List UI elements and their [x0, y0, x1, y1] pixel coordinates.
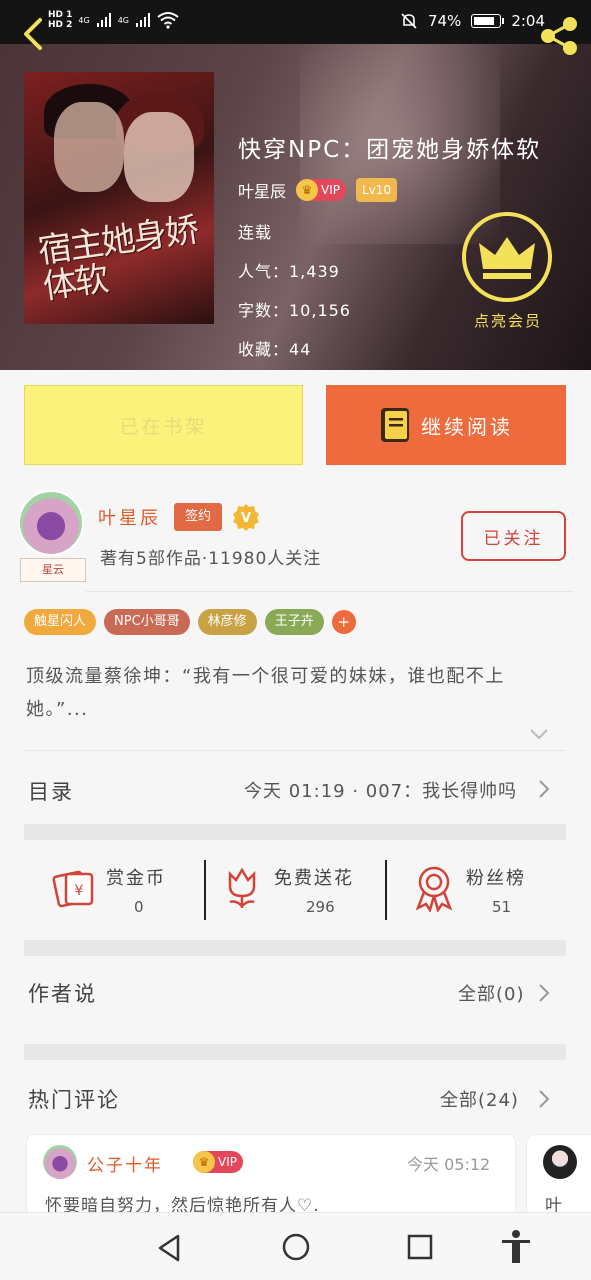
signal-icon	[96, 13, 111, 27]
favorites-count: 收藏：44	[238, 340, 312, 359]
author-stats: 著有5部作品·11980人关注	[100, 549, 322, 569]
author-says-label: 作者说	[28, 982, 97, 1006]
reward-coins[interactable]: ¥ 赏金币 0	[50, 858, 200, 920]
chevron-right-icon	[539, 984, 550, 1002]
svg-text:¥: ¥	[75, 883, 84, 899]
red-envelope-icon: ¥	[52, 870, 94, 908]
home-circle-icon[interactable]	[282, 1233, 310, 1261]
wifi-icon	[157, 12, 179, 29]
vip-member-button[interactable]	[462, 212, 552, 302]
author-says-all: 全部(0)	[458, 984, 525, 1005]
vip-member-label[interactable]: 点亮会员	[460, 310, 556, 331]
tag-item[interactable]: 触星闪人	[24, 609, 97, 635]
section-separator	[24, 824, 566, 840]
book-cover[interactable]: 宿主她身娇体软	[24, 72, 214, 324]
tag-list: 触星闪人 NPC小哥哥 林彦修 王子卉 +	[24, 609, 356, 635]
author-name[interactable]: 叶星辰	[98, 504, 161, 530]
tag-item[interactable]: NPC小哥哥	[104, 609, 190, 635]
hot-comments-label: 热门评论	[28, 1088, 120, 1112]
book-title: 快穿NPC：团宠她身娇体软	[238, 137, 542, 163]
hot-comments-row[interactable]: 热门评论 全部(24)	[0, 1060, 591, 1130]
divider	[24, 750, 566, 751]
section-separator	[24, 940, 566, 956]
battery-fill	[474, 17, 494, 25]
crown-icon: ♛	[296, 179, 319, 201]
accessibility-icon[interactable]	[500, 1229, 532, 1265]
chevron-right-icon	[539, 1090, 550, 1108]
in-shelf-button[interactable]: 已在书架	[24, 385, 303, 465]
share-icon[interactable]	[536, 14, 582, 58]
author-says-row[interactable]: 作者说 全部(0)	[0, 956, 591, 1046]
battery-icon	[471, 14, 505, 28]
verified-icon: V	[233, 504, 259, 531]
catalog-label: 目录	[28, 780, 74, 804]
vip-badge: ♛ VIP	[193, 1151, 243, 1173]
system-nav-bar	[0, 1212, 591, 1280]
free-flowers[interactable]: 免费送花 296	[222, 858, 382, 920]
tag-item[interactable]: 王子卉	[264, 609, 324, 635]
commenter-name[interactable]: 公子十年	[87, 1151, 163, 1176]
word-count: 字数：10,156	[238, 301, 351, 320]
follow-button[interactable]: 已关注	[461, 511, 566, 561]
add-tag-button[interactable]: +	[331, 610, 356, 634]
back-arrow-icon[interactable]	[18, 14, 48, 54]
header-author-line: 叶星辰 ♛ VIP Lv10	[238, 178, 398, 202]
comment-time: 今天 05:12	[407, 1155, 491, 1174]
catalog-row[interactable]: 目录 今天 01:19 · 007：我长得帅吗	[0, 752, 591, 824]
battery-percent: 74%	[427, 12, 462, 30]
continue-reading-button[interactable]: 继续阅读	[326, 385, 566, 465]
status-bar: HD 1 HD 2 4G 4G 74% 2:04	[0, 0, 591, 44]
section-separator	[24, 1044, 566, 1060]
svg-text:V: V	[241, 511, 251, 526]
divider	[86, 591, 574, 592]
signal-4g-label: 4G	[78, 15, 90, 25]
back-triangle-icon[interactable]	[156, 1233, 182, 1263]
header-author-name[interactable]: 叶星辰	[238, 178, 286, 202]
signal-icon-2	[136, 13, 150, 27]
level-badge: Lv10	[356, 178, 398, 202]
signal-4g-label-2: 4G	[117, 15, 129, 25]
avatar-badge: 星云	[20, 558, 86, 582]
crown-icon: ♛	[193, 1151, 215, 1173]
vip-badge: ♛ VIP	[296, 179, 346, 201]
mute-bell-icon	[401, 13, 417, 29]
cover-title: 宿主她身娇体软	[35, 209, 200, 308]
medal-icon	[415, 866, 453, 912]
crown-icon	[479, 237, 535, 279]
hd-indicator: HD 1 HD 2	[48, 10, 73, 30]
commenter-avatar[interactable]	[543, 1145, 577, 1179]
tag-item[interactable]: 林彦修	[197, 609, 257, 635]
author-avatar[interactable]	[18, 490, 84, 556]
divider	[385, 860, 387, 920]
chevron-right-icon	[539, 780, 550, 798]
serial-status: 连载	[238, 223, 273, 242]
commenter-avatar[interactable]	[43, 1145, 77, 1179]
signed-badge: 签约	[174, 503, 222, 531]
hot-comments-all: 全部(24)	[440, 1090, 519, 1111]
book-intro[interactable]: 顶级流量蔡徐坤：“我有一个很可爱的妹妹，谁也配不上她。”...	[26, 660, 566, 726]
latest-chapter: 今天 01:19 · 007：我长得帅吗	[244, 781, 518, 802]
recents-square-icon[interactable]	[407, 1234, 433, 1260]
popularity: 人气：1,439	[238, 262, 340, 281]
chevron-down-icon[interactable]	[528, 726, 550, 742]
flower-icon	[228, 867, 256, 908]
book-icon	[381, 408, 409, 442]
fan-ranking[interactable]: 粉丝榜 51	[414, 858, 564, 920]
divider	[204, 860, 206, 920]
